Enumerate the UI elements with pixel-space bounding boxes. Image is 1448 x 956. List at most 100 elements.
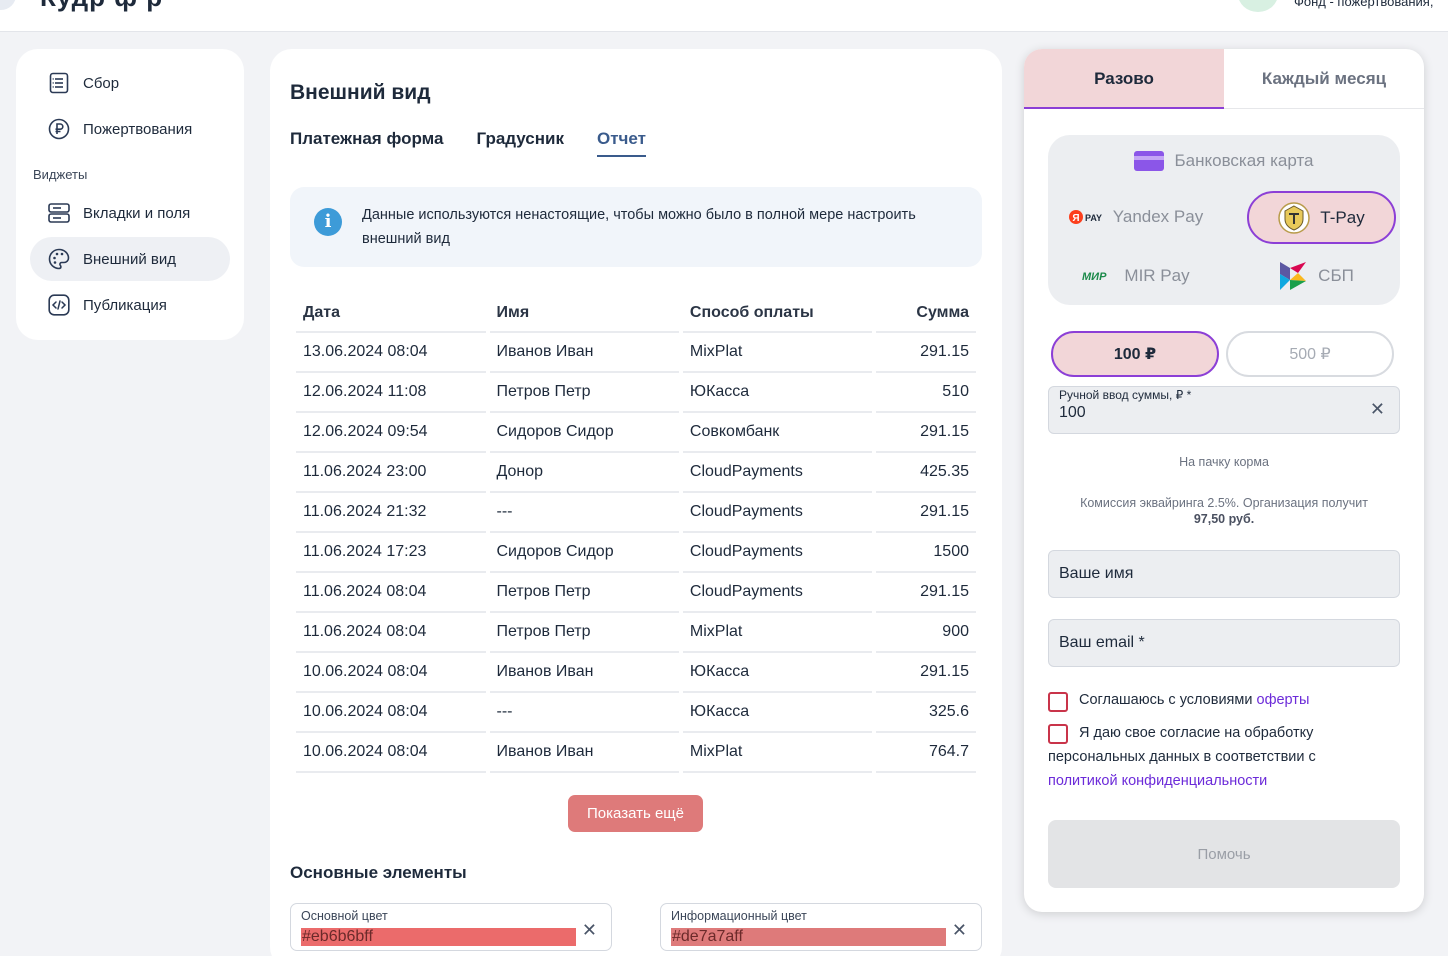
method-label: Банковская карта [1174, 151, 1314, 170]
info-color-value[interactable]: #de7a7aff [671, 928, 946, 946]
table-row: 12.06.2024 09:54 Сидоров Сидор Совкомбанк 2… [296, 413, 976, 453]
cell-sum: 325.6 [876, 693, 976, 733]
mir-icon: МИР [1082, 269, 1114, 283]
main-panel: Внешний вид Платежная форма Градусник От… [270, 49, 1002, 956]
cell-name: Иванов Иван [489, 333, 679, 373]
tab-once[interactable]: Разово [1024, 49, 1224, 109]
frequency-tabs: Разово Каждый месяц [1024, 49, 1424, 109]
top-bar: Кудр ф р Фонд - пожертвования, [0, 0, 1448, 32]
cell-payment-method: MixPlat [682, 613, 873, 653]
table-row: 11.06.2024 08:04 Петров Петр CloudPayments… [296, 573, 976, 613]
sidebar-item-appearance[interactable]: Внешний вид [30, 237, 230, 281]
method-yandex-pay[interactable]: Я PAY Yandex Pay [1058, 191, 1214, 243]
sidebar-item-publication[interactable]: Публикация [30, 283, 230, 327]
offer-consent-label: Соглашаюсь с условиями оферты [1079, 692, 1309, 708]
sidebar-item-tabs-fields[interactable]: Вкладки и поля [30, 191, 230, 235]
cell-sum: 291.15 [876, 653, 976, 693]
cell-name: Сидоров Сидор [489, 413, 679, 453]
clear-icon[interactable]: ✕ [952, 920, 967, 941]
cell-payment-method: ЮКасса [682, 373, 873, 413]
tab-thermometer[interactable]: Градусник [476, 129, 564, 157]
avatar[interactable] [1238, 0, 1278, 12]
table-row: 10.06.2024 08:04 Иванов Иван MixPlat 764.7 [296, 733, 976, 773]
field-label: Информационный цвет [671, 909, 807, 923]
fee-amount: 97,50 руб. [1193, 512, 1255, 526]
cell-payment-method: CloudPayments [682, 453, 873, 493]
table-header-row: Дата Имя Способ оплаты Сумма [296, 295, 976, 333]
show-more-button[interactable]: Показать ещё [568, 795, 703, 832]
cell-date: 12.06.2024 11:08 [296, 373, 486, 413]
manual-amount-value[interactable]: 100 [1059, 404, 1086, 422]
table-row: 13.06.2024 08:04 Иванов Иван MixPlat 291.15 [296, 333, 976, 373]
amount-option-500[interactable]: 500 ₽ [1226, 331, 1394, 377]
sbp-icon [1278, 260, 1308, 292]
cell-sum: 291.15 [876, 333, 976, 373]
privacy-policy-link[interactable]: политикой конфиденциальности [1048, 773, 1267, 789]
offer-checkbox[interactable] [1048, 692, 1068, 712]
column-header-date: Дата [296, 295, 486, 333]
method-bank-card[interactable]: Банковская карта [1048, 145, 1400, 177]
info-color-field[interactable]: Информационный цвет #de7a7aff ✕ [660, 903, 982, 951]
primary-color-field[interactable]: Основной цвет #eb6b6bff ✕ [290, 903, 612, 951]
manual-amount-field[interactable]: Ручной ввод суммы, ₽ * 100 ✕ [1048, 386, 1400, 434]
method-mir-pay[interactable]: МИР MIR Pay [1058, 251, 1214, 301]
table-row: 12.06.2024 11:08 Петров Петр ЮКасса 510 [296, 373, 976, 413]
amount-option-100[interactable]: 100 ₽ [1051, 331, 1219, 377]
method-t-pay[interactable]: T-Pay [1247, 191, 1396, 244]
sidebar-item-label: Внешний вид [83, 250, 176, 268]
table-row: 11.06.2024 21:32 --- CloudPayments 291.15 [296, 493, 976, 533]
palette-icon [48, 248, 70, 270]
method-label: СБП [1318, 266, 1354, 285]
column-header-name: Имя [489, 295, 679, 333]
cell-date: 11.06.2024 17:23 [296, 533, 486, 573]
payment-methods: Банковская карта Я PAY Yandex Pay T-Pay М… [1048, 135, 1400, 305]
top-title: Кудр ф р [40, 0, 163, 13]
info-icon: i [314, 208, 342, 236]
info-text: Данные используются ненастоящие, чтобы м… [362, 207, 916, 247]
method-label: Yandex Pay [1112, 207, 1204, 226]
cell-name: --- [489, 493, 679, 533]
clear-icon[interactable]: ✕ [582, 920, 597, 941]
purpose-text: На пачку корма [1179, 455, 1269, 469]
mir-badge: МИР [1082, 271, 1107, 283]
cell-payment-method: Совкомбанк [682, 413, 873, 453]
cell-payment-method: CloudPayments [682, 533, 873, 573]
cell-date: 11.06.2024 21:32 [296, 493, 486, 533]
cell-name: Иванов Иван [489, 733, 679, 773]
clear-icon[interactable]: ✕ [1370, 399, 1385, 420]
tab-monthly[interactable]: Каждый месяц [1224, 49, 1424, 109]
cell-date: 10.06.2024 08:04 [296, 693, 486, 733]
column-header-method: Способ оплаты [682, 295, 873, 333]
credit-card-icon [1134, 151, 1165, 171]
cell-name: Донор [489, 453, 679, 493]
table-row: 10.06.2024 08:04 Иванов Иван ЮКасса 291.15 [296, 653, 976, 693]
info-banner: i Данные используются ненастоящие, чтобы… [290, 187, 982, 267]
sidebar-item-donations[interactable]: Пожертвования [30, 107, 230, 151]
cell-sum: 764.7 [876, 733, 976, 773]
primary-color-value[interactable]: #eb6b6bff [301, 928, 576, 946]
fee-description: Комиссия эквайринга 2.5%. Организация по… [1080, 496, 1368, 510]
tab-payment-form[interactable]: Платежная форма [290, 129, 443, 157]
code-icon [48, 294, 70, 316]
report-table: Дата Имя Способ оплаты Сумма 13.06.2024 … [292, 295, 980, 773]
email-input[interactable]: Ваш email * [1048, 619, 1400, 667]
method-sbp[interactable]: СБП [1238, 251, 1394, 301]
sidebar-item-collection[interactable]: Сбор [30, 61, 230, 105]
name-input[interactable]: Ваше имя [1048, 550, 1400, 598]
help-button[interactable]: Помочь [1048, 820, 1400, 888]
fee-text: Комиссия эквайринга 2.5%. Организация по… [1054, 495, 1394, 527]
field-label: Ручной ввод суммы, ₽ * [1059, 388, 1192, 402]
list-doc-icon [48, 72, 70, 94]
table-row: 11.06.2024 23:00 Донор CloudPayments 425.35 [296, 453, 976, 493]
cell-sum: 291.15 [876, 413, 976, 453]
cell-sum: 900 [876, 613, 976, 653]
org-name[interactable]: Фонд - пожертвования, [1294, 0, 1433, 9]
yandex-pay-badge: PAY [1085, 213, 1102, 223]
cell-name: Иванов Иван [489, 653, 679, 693]
offer-link[interactable]: оферты [1257, 692, 1310, 708]
tab-report[interactable]: Отчет [597, 129, 646, 157]
cell-date: 10.06.2024 08:04 [296, 733, 486, 773]
sidebar-item-label: Публикация [83, 296, 167, 314]
page-title: Внешний вид [290, 81, 431, 104]
cell-sum: 510 [876, 373, 976, 413]
